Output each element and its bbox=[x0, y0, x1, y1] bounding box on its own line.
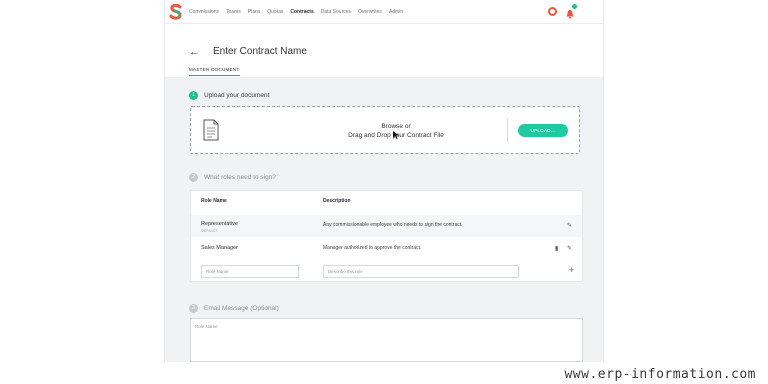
edit-pencil-icon[interactable]: ✎ bbox=[567, 245, 572, 252]
page-header: ← Enter Contract Name MASTER DOCUMENT bbox=[165, 24, 603, 77]
document-icon bbox=[203, 119, 219, 141]
trash-icon[interactable]: ▮ bbox=[555, 245, 558, 252]
email-placeholder: Role Name bbox=[195, 324, 218, 329]
roles-table: Role Name Description Representative DEF… bbox=[190, 190, 583, 282]
column-header-role-name: Role Name bbox=[201, 198, 227, 204]
mouse-cursor-icon bbox=[393, 131, 399, 139]
screenshot-stage: Commissions Teams Plans Quotas Contracts… bbox=[0, 0, 768, 384]
main-nav: Commissions Teams Plans Quotas Contracts… bbox=[189, 0, 410, 24]
role-name: Sales Manager bbox=[201, 245, 238, 251]
nav-item-plans[interactable]: Plans bbox=[248, 9, 261, 15]
upload-dropzone[interactable]: Browse or Drag and Drop your Contract Fi… bbox=[190, 106, 580, 154]
nav-item-commissions[interactable]: Commissions bbox=[189, 9, 219, 15]
nav-item-admin[interactable]: Admin bbox=[389, 9, 403, 15]
top-nav-bar: Commissions Teams Plans Quotas Contracts… bbox=[165, 0, 603, 24]
role-name: Representative bbox=[201, 221, 238, 227]
nav-item-teams[interactable]: Teams bbox=[226, 9, 241, 15]
dropzone-divider bbox=[507, 119, 508, 143]
nav-item-data-sources[interactable]: Data Sources bbox=[321, 9, 351, 15]
nav-item-overwrites[interactable]: Overwrites bbox=[358, 9, 382, 15]
edit-pencil-icon[interactable]: ✎ bbox=[567, 222, 572, 229]
role-description: Any commissionable employee who needs to… bbox=[323, 222, 463, 228]
notification-dot bbox=[572, 4, 577, 9]
step-2-header: 2 What roles need to sign? bbox=[189, 173, 276, 182]
table-row[interactable]: Sales Manager Manager authorized to appr… bbox=[191, 237, 582, 259]
new-role-description-input[interactable]: Describe this role bbox=[323, 265, 519, 278]
column-header-description: Description bbox=[323, 198, 351, 204]
table-row[interactable]: Representative DEFAULT Any commissionabl… bbox=[191, 215, 582, 237]
tab-master-document[interactable]: MASTER DOCUMENT bbox=[189, 67, 240, 76]
add-role-plus-icon[interactable]: + bbox=[569, 265, 574, 275]
default-badge: DEFAULT bbox=[201, 229, 218, 233]
notification-bell-icon[interactable] bbox=[565, 4, 577, 19]
step-2-number: 2 bbox=[189, 173, 198, 182]
step-1-label: Upload your document bbox=[204, 92, 270, 99]
upload-button[interactable]: UPLOAD... bbox=[518, 124, 568, 137]
step-1-number: 1 bbox=[189, 91, 198, 100]
status-ring-icon[interactable] bbox=[548, 6, 557, 16]
watermark: www.erp-information.com bbox=[564, 367, 756, 382]
role-description: Manager authorized to approve the contra… bbox=[323, 245, 422, 251]
page-title[interactable]: Enter Contract Name bbox=[213, 46, 307, 57]
nav-item-quotas[interactable]: Quotas bbox=[267, 9, 283, 15]
brand-logo-icon[interactable] bbox=[169, 4, 183, 20]
top-icons bbox=[548, 4, 577, 19]
step-1-header: 1 Upload your document bbox=[189, 91, 269, 100]
step-3-number: 3 bbox=[189, 304, 198, 313]
step-3-header: 3 Email Message (Optional) bbox=[189, 304, 279, 313]
nav-item-contracts[interactable]: Contracts bbox=[290, 9, 313, 15]
app-window: Commissions Teams Plans Quotas Contracts… bbox=[164, 0, 604, 362]
arrow-left-icon[interactable]: ← bbox=[189, 46, 200, 58]
email-message-textarea[interactable]: Role Name bbox=[190, 318, 583, 362]
step-2-label: What roles need to sign? bbox=[204, 174, 276, 181]
new-role-name-input[interactable]: Role Name bbox=[201, 265, 299, 278]
step-3-label: Email Message (Optional) bbox=[204, 305, 279, 312]
browse-line-1: Browse or bbox=[381, 123, 411, 130]
